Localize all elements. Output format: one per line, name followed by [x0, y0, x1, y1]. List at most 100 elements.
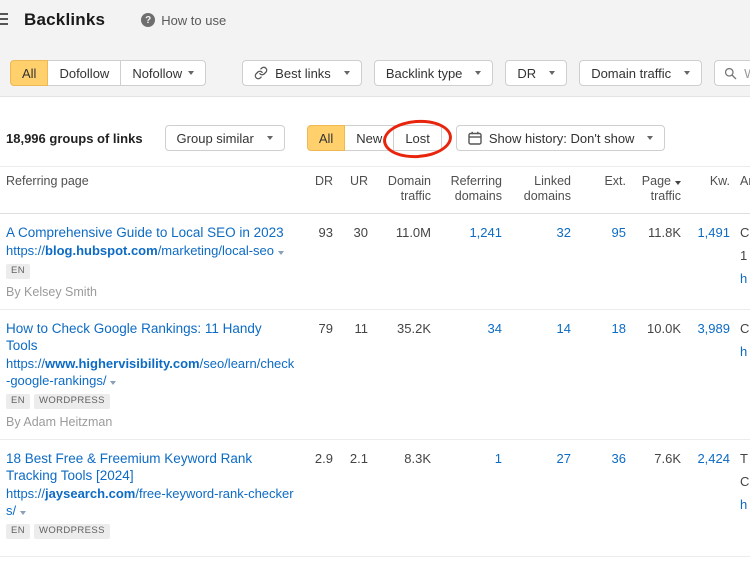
page-traffic-value: 7.6K	[626, 450, 681, 546]
filter-nofollow-button[interactable]: Nofollow	[120, 60, 206, 86]
chevron-down-icon	[549, 71, 555, 75]
table-row: How to Check Google Rankings: 11 Handy T…	[0, 310, 750, 440]
group-similar-label: Group similar	[177, 131, 254, 146]
status-lost-label: Lost	[405, 131, 430, 146]
page-traffic-value: 11.8K	[626, 224, 681, 299]
best-links-dropdown[interactable]: Best links	[242, 60, 362, 86]
chevron-down-icon	[188, 71, 194, 75]
anchor-url-clipped[interactable]: h	[740, 343, 750, 360]
referring-page-title-link[interactable]: How to Check Google Rankings: 11 Handy T…	[6, 320, 296, 354]
author-byline: By Kelsey Smith	[6, 285, 296, 299]
anchor-text-clipped: 1	[740, 247, 750, 264]
chevron-down-icon	[684, 71, 690, 75]
linked-domains-link[interactable]: 14	[502, 320, 571, 429]
col-header-anchor[interactable]: Anchor	[730, 174, 750, 204]
show-history-dropdown[interactable]: Show history: Don't show	[456, 125, 666, 151]
referring-domains-link[interactable]: 1,241	[431, 224, 502, 299]
status-all-button[interactable]: All	[307, 125, 345, 151]
url-path: /marketing/local-seo	[158, 243, 274, 258]
table-header: Referring page DR UR Domain traffic Refe…	[0, 166, 750, 214]
referring-page-title-link[interactable]: A Comprehensive Guide to Local SEO in 20…	[6, 224, 296, 241]
anchor-cell: T C h	[730, 450, 750, 546]
ur-value: 11	[333, 320, 368, 429]
question-circle-icon: ?	[141, 13, 155, 27]
cms-badge: WORDPRESS	[34, 524, 110, 539]
backlink-type-dropdown[interactable]: Backlink type	[374, 60, 494, 86]
col-header-dr[interactable]: DR	[310, 174, 333, 204]
status-new-button[interactable]: New	[344, 125, 394, 151]
group-similar-dropdown[interactable]: Group similar	[165, 125, 285, 151]
link-status-segment: All New Lost	[307, 125, 442, 151]
url-expand-caret-icon[interactable]	[278, 251, 284, 255]
anchor-url-clipped[interactable]: h	[740, 496, 750, 513]
anchor-text-clipped: C	[740, 473, 750, 490]
col-header-referring-page[interactable]: Referring page	[0, 174, 310, 204]
col-header-ur[interactable]: UR	[333, 174, 368, 204]
menu-icon[interactable]	[0, 13, 8, 25]
best-links-label: Best links	[275, 66, 331, 81]
referring-page-url[interactable]: https://www.highervisibility.com/seo/lea…	[6, 355, 296, 389]
dr-value: 79	[310, 320, 333, 429]
dr-filter-label: DR	[517, 66, 536, 81]
status-lost-button[interactable]: Lost	[393, 125, 442, 151]
how-to-use-link[interactable]: ? How to use	[141, 13, 226, 28]
page-traffic-header-line2: traffic	[626, 189, 681, 204]
domain-traffic-value: 8.3K	[368, 450, 431, 546]
referring-page-cell: How to Check Google Rankings: 11 Handy T…	[0, 320, 310, 429]
results-toolbar: 18,996 groups of links Group similar All…	[6, 125, 750, 151]
referring-page-cell: A Comprehensive Guide to Local SEO in 20…	[0, 224, 310, 299]
table-row: 18 Best Free & Freemium Keyword Rank Tra…	[0, 440, 750, 557]
referring-page-url[interactable]: https://jaysearch.com/free-keyword-rank-…	[6, 485, 296, 519]
ext-link[interactable]: 95	[571, 224, 626, 299]
anchor-cell: C h	[730, 320, 750, 429]
col-header-ext[interactable]: Ext.	[571, 174, 626, 204]
url-domain: www.highervisibility.com	[45, 356, 200, 371]
anchor-text-clipped: T	[740, 450, 750, 467]
domain-traffic-value: 11.0M	[368, 224, 431, 299]
url-domain: jaysearch.com	[45, 486, 135, 501]
groups-count: 18,996 groups of links	[6, 131, 143, 146]
anchor-url-clipped[interactable]: h	[740, 270, 750, 287]
col-header-referring-domains[interactable]: Referring domains	[431, 174, 502, 204]
search-box	[714, 60, 750, 86]
filter-all-button[interactable]: All	[10, 60, 48, 86]
link-icon	[254, 66, 268, 80]
dr-value: 2.9	[310, 450, 333, 546]
top-bar: Backlinks ? How to use	[0, 0, 750, 40]
domain-traffic-value: 35.2K	[368, 320, 431, 429]
referring-domains-link[interactable]: 1	[431, 450, 502, 546]
chevron-down-icon	[647, 136, 653, 140]
dr-filter-dropdown[interactable]: DR	[505, 60, 567, 86]
url-expand-caret-icon[interactable]	[20, 511, 26, 515]
kw-link[interactable]: 1,491	[681, 224, 730, 299]
url-scheme: https://	[6, 356, 45, 371]
table-row: A Comprehensive Guide to Local SEO in 20…	[0, 214, 750, 310]
anchor-cell: C 1 h	[730, 224, 750, 299]
kw-link[interactable]: 3,989	[681, 320, 730, 429]
filter-dofollow-button[interactable]: Dofollow	[47, 60, 121, 86]
ext-link[interactable]: 36	[571, 450, 626, 546]
header-zone: Backlinks ? How to use All Dofollow Nofo…	[0, 0, 750, 97]
ext-link[interactable]: 18	[571, 320, 626, 429]
how-to-use-label: How to use	[161, 13, 226, 28]
page-traffic-value: 10.0K	[626, 320, 681, 429]
linked-domains-link[interactable]: 32	[502, 224, 571, 299]
chevron-down-icon	[475, 71, 481, 75]
domain-traffic-filter-dropdown[interactable]: Domain traffic	[579, 60, 702, 86]
search-input[interactable]	[744, 66, 750, 81]
referring-domains-link[interactable]: 34	[431, 320, 502, 429]
linked-domains-link[interactable]: 27	[502, 450, 571, 546]
col-header-domain-traffic[interactable]: Domain traffic	[368, 174, 431, 204]
col-header-page-traffic[interactable]: Page traffic	[626, 174, 681, 204]
referring-page-url[interactable]: https://blog.hubspot.com/marketing/local…	[6, 242, 296, 259]
calendar-icon	[468, 131, 482, 145]
col-header-linked-domains[interactable]: Linked domains	[502, 174, 571, 204]
col-header-kw[interactable]: Kw.	[681, 174, 730, 204]
page-title: Backlinks	[24, 10, 105, 30]
language-badge: EN	[6, 394, 30, 409]
filter-nofollow-label: Nofollow	[132, 66, 182, 81]
ur-value: 2.1	[333, 450, 368, 546]
url-expand-caret-icon[interactable]	[110, 381, 116, 385]
kw-link[interactable]: 2,424	[681, 450, 730, 546]
referring-page-title-link[interactable]: 18 Best Free & Freemium Keyword Rank Tra…	[6, 450, 296, 484]
